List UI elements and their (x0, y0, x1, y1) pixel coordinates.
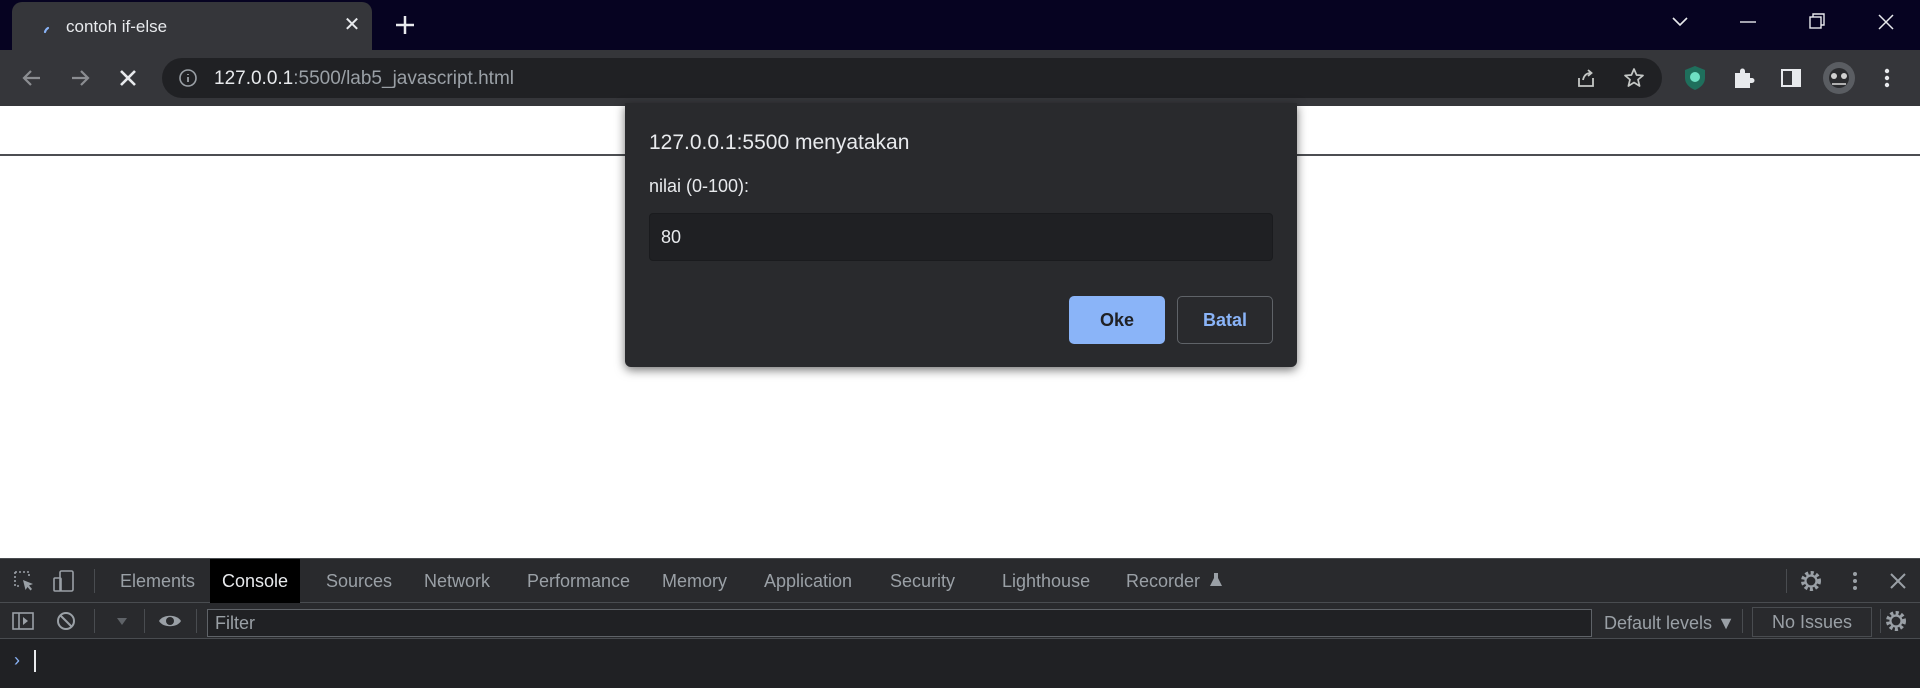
context-dropdown-icon[interactable] (108, 607, 136, 635)
clear-console-icon[interactable] (52, 607, 80, 635)
devtools-separator (196, 609, 197, 633)
tab-network[interactable]: Network (412, 559, 502, 603)
inspect-element-icon[interactable] (10, 567, 38, 595)
console-toolbar: Default levels ▼ No Issues (0, 603, 1920, 639)
devtools-separator (1880, 609, 1881, 633)
tab-elements[interactable]: Elements (108, 559, 207, 603)
tab-recorder[interactable]: Recorder (1114, 559, 1235, 603)
url-path: :5500/lab5_javascript.html (293, 68, 514, 89)
tab-strip: contoh if-else ✕ (0, 0, 1920, 50)
prompt-dialog: 127.0.0.1:5500 menyatakan nilai (0-100):… (625, 103, 1297, 367)
console-prompt-icon: › (14, 650, 20, 670)
forward-arrow-icon[interactable] (64, 62, 96, 94)
console-filter-input[interactable] (207, 609, 1592, 637)
tab-performance[interactable]: Performance (515, 559, 642, 603)
tab-security[interactable]: Security (878, 559, 967, 603)
devtools-panel: Elements Console Sources Network Perform… (0, 558, 1920, 688)
browser-tab[interactable]: contoh if-else ✕ (12, 2, 372, 50)
close-window-icon[interactable] (1866, 8, 1906, 36)
back-arrow-icon[interactable] (16, 62, 48, 94)
devtools-separator (1742, 609, 1743, 633)
restore-icon[interactable] (1796, 8, 1836, 36)
loading-spinner-icon (43, 26, 50, 34)
tab-recorder-label: Recorder (1126, 571, 1201, 591)
show-sidebar-icon[interactable] (9, 607, 37, 635)
dialog-message: nilai (0-100): (649, 176, 750, 196)
tab-console[interactable]: Console (210, 559, 301, 603)
extension-shield-icon[interactable] (1680, 63, 1710, 93)
devtools-tab-bar: Elements Console Sources Network Perform… (0, 558, 1920, 603)
prompt-input[interactable] (649, 213, 1273, 261)
live-expression-eye-icon[interactable] (156, 607, 184, 635)
extensions-puzzle-icon[interactable] (1728, 63, 1758, 93)
issues-button[interactable]: No Issues (1752, 607, 1872, 637)
dialog-origin-title: 127.0.0.1:5500 menyatakan (649, 131, 910, 154)
tab-memory[interactable]: Memory (650, 559, 739, 603)
more-options-icon[interactable] (1841, 567, 1869, 595)
log-levels-label: Default levels (1604, 613, 1713, 633)
tab-application[interactable]: Application (752, 559, 864, 603)
side-panel-icon[interactable] (1776, 63, 1806, 93)
profile-avatar[interactable] (1822, 61, 1856, 95)
share-icon[interactable] (1574, 66, 1598, 90)
close-devtools-icon[interactable] (1884, 567, 1912, 595)
menu-kebab-icon[interactable] (1872, 63, 1902, 93)
url-text[interactable]: 127.0.0.1:5500/lab5_javascript.html (214, 68, 514, 90)
devtools-separator (1786, 569, 1787, 593)
settings-gear-icon[interactable] (1797, 567, 1825, 595)
tab-title: contoh if-else (66, 17, 168, 36)
devtools-separator (94, 569, 95, 593)
devtools-separator (94, 609, 95, 633)
bookmark-star-icon[interactable] (1622, 66, 1646, 90)
console-settings-gear-icon[interactable] (1882, 607, 1910, 635)
url-host: 127.0.0.1 (214, 68, 294, 89)
experiment-flask-icon (1210, 573, 1223, 586)
tab-search-chevron-icon[interactable] (1660, 8, 1700, 36)
tab-close-icon[interactable]: ✕ (342, 15, 362, 35)
stop-loading-icon[interactable] (112, 62, 144, 94)
ok-button[interactable]: Oke (1069, 296, 1165, 344)
tab-sources[interactable]: Sources (314, 559, 404, 603)
console-input-caret[interactable] (34, 650, 36, 672)
log-levels-dropdown[interactable]: Default levels ▼ (1604, 609, 1735, 637)
tab-lighthouse[interactable]: Lighthouse (990, 559, 1102, 603)
dropdown-triangle-icon: ▼ (1717, 613, 1735, 633)
devtools-separator (144, 609, 145, 633)
browser-toolbar: 127.0.0.1:5500/lab5_javascript.html (0, 50, 1920, 156)
cancel-button[interactable]: Batal (1177, 296, 1273, 344)
device-toolbar-icon[interactable] (50, 567, 78, 595)
address-bar[interactable]: 127.0.0.1:5500/lab5_javascript.html (162, 58, 1662, 98)
site-info-icon[interactable] (178, 68, 198, 88)
new-tab-icon[interactable] (390, 10, 420, 40)
minimize-icon[interactable] (1728, 8, 1768, 36)
